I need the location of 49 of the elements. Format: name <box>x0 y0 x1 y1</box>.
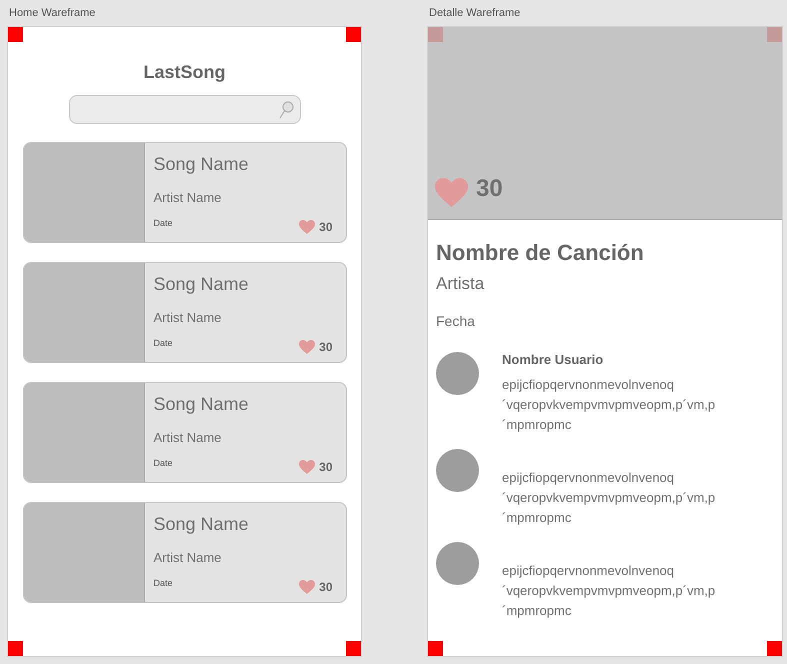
artist-name: Artist Name <box>154 549 222 567</box>
avatar-placeholder <box>436 352 479 394</box>
song-card[interactable]: Song Name Artist Name Date 30 <box>22 502 346 603</box>
corner-marker <box>767 27 782 42</box>
song-date: Date <box>154 576 173 590</box>
artist-name: Artist Name <box>154 189 222 207</box>
heart-icon <box>299 340 316 354</box>
comment-text: epijcfiopqervnonmevolnvenoq ´vqeropvkvempvmvpmveopm,p´vm,p ´mpmropmc <box>502 376 716 434</box>
song-date: Date <box>154 456 173 470</box>
song-name: Song Name <box>154 153 250 176</box>
like-count: 30 <box>319 459 332 476</box>
artist-name: Artist Name <box>154 309 222 327</box>
corner-marker <box>346 641 361 656</box>
artist-name: Artista <box>436 273 486 295</box>
song-date: Date <box>154 336 173 350</box>
heart-icon <box>299 580 316 594</box>
song-name: Song Name <box>154 393 250 416</box>
song-date: Fecha <box>436 312 476 330</box>
song-card[interactable]: Song Name Artist Name Date 30 <box>22 142 346 243</box>
search-icon <box>278 100 294 118</box>
song-title: Nombre de Canción <box>436 239 645 267</box>
app-title: LastSong <box>143 61 226 84</box>
avatar-placeholder <box>436 449 479 492</box>
like-count: 30 <box>319 219 332 236</box>
like-count: 30 <box>476 174 503 204</box>
artist-name: Artist Name <box>154 429 222 447</box>
heart-icon <box>435 178 468 207</box>
corner-marker <box>8 27 23 42</box>
heart-icon <box>299 220 316 234</box>
like-count: 30 <box>319 339 332 356</box>
song-card[interactable]: Song Name Artist Name Date 30 <box>22 262 346 363</box>
song-name: Song Name <box>154 273 250 296</box>
corner-marker <box>8 641 23 656</box>
comment-text: epijcfiopqervnonmevolnvenoq ´vqeropvkvempvmvpmveopm,p´vm,p ´mpmropmc <box>502 469 716 527</box>
song-card[interactable]: Song Name Artist Name Date 30 <box>22 382 346 483</box>
song-name: Song Name <box>154 513 250 536</box>
heart-icon <box>299 460 316 474</box>
avatar-placeholder <box>436 542 479 585</box>
comment-text: epijcfiopqervnonmevolnvenoq ´vqeropvkvempvmvpmveopm,p´vm,p ´mpmropmc <box>502 562 716 620</box>
corner-marker <box>767 641 782 656</box>
user-name: Nombre Usuario <box>502 350 604 368</box>
corner-marker <box>346 27 361 42</box>
artboard-label: Home Wareframe <box>8 6 96 21</box>
artboard-label: Detalle Wareframe <box>428 6 522 21</box>
corner-marker <box>428 641 443 656</box>
search-field[interactable] <box>68 95 300 124</box>
corner-marker <box>428 27 443 42</box>
like-count: 30 <box>319 579 332 596</box>
song-date: Date <box>154 216 173 230</box>
